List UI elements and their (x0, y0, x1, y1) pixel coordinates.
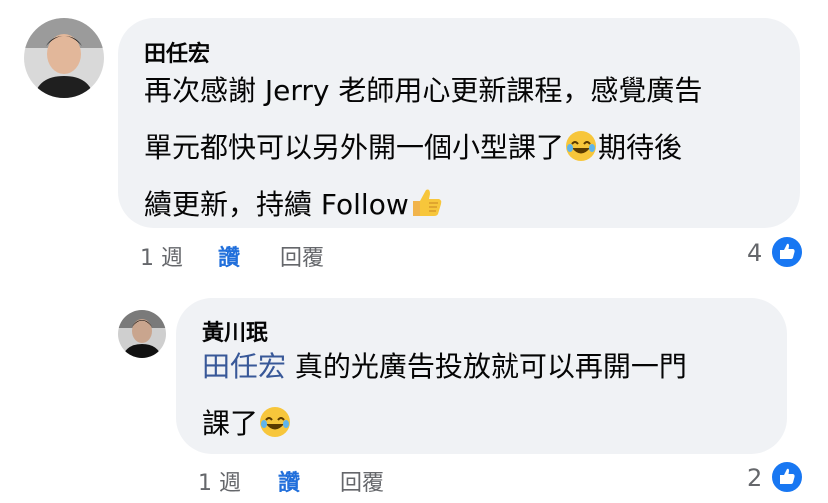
avatar-replier[interactable] (118, 310, 166, 358)
reply-line: 課了 (202, 395, 687, 452)
laughing-emoji-icon (564, 125, 598, 182)
reply-like-button[interactable]: 讚 (278, 465, 300, 497)
avatar-commenter[interactable] (24, 18, 104, 98)
reply-text: 田任宏 真的光廣告投放就可以再開一門 課了 (202, 338, 687, 452)
comment-line: 續更新，持續 Follow (144, 176, 702, 233)
comment-line: 再次感謝 Jerry 老師用心更新課程，感覺廣告 (144, 74, 703, 107)
reply-button[interactable]: 回覆 (280, 240, 324, 272)
mention-link[interactable]: 田任宏 (202, 350, 286, 383)
like-button[interactable]: 讚 (218, 240, 240, 272)
thumbs-up-emoji-icon (409, 182, 445, 239)
laughing-emoji-icon (258, 401, 292, 458)
reply-time[interactable]: 1 週 (198, 465, 241, 497)
reply-reply-button[interactable]: 回覆 (340, 465, 384, 497)
comment-line: 單元都快可以另外開一個小型課了 期待後 (144, 119, 702, 176)
comment-time[interactable]: 1 週 (140, 240, 183, 272)
reply-reaction-count[interactable]: 2 (747, 464, 762, 492)
reaction-count[interactable]: 4 (747, 239, 762, 267)
like-reaction-icon[interactable] (769, 459, 805, 495)
like-reaction-icon[interactable] (769, 234, 805, 270)
reply-line: 田任宏 真的光廣告投放就可以再開一門 (202, 350, 687, 383)
comment-text: 再次感謝 Jerry 老師用心更新課程，感覺廣告 單元都快可以另外開一個小型課了… (144, 62, 702, 233)
